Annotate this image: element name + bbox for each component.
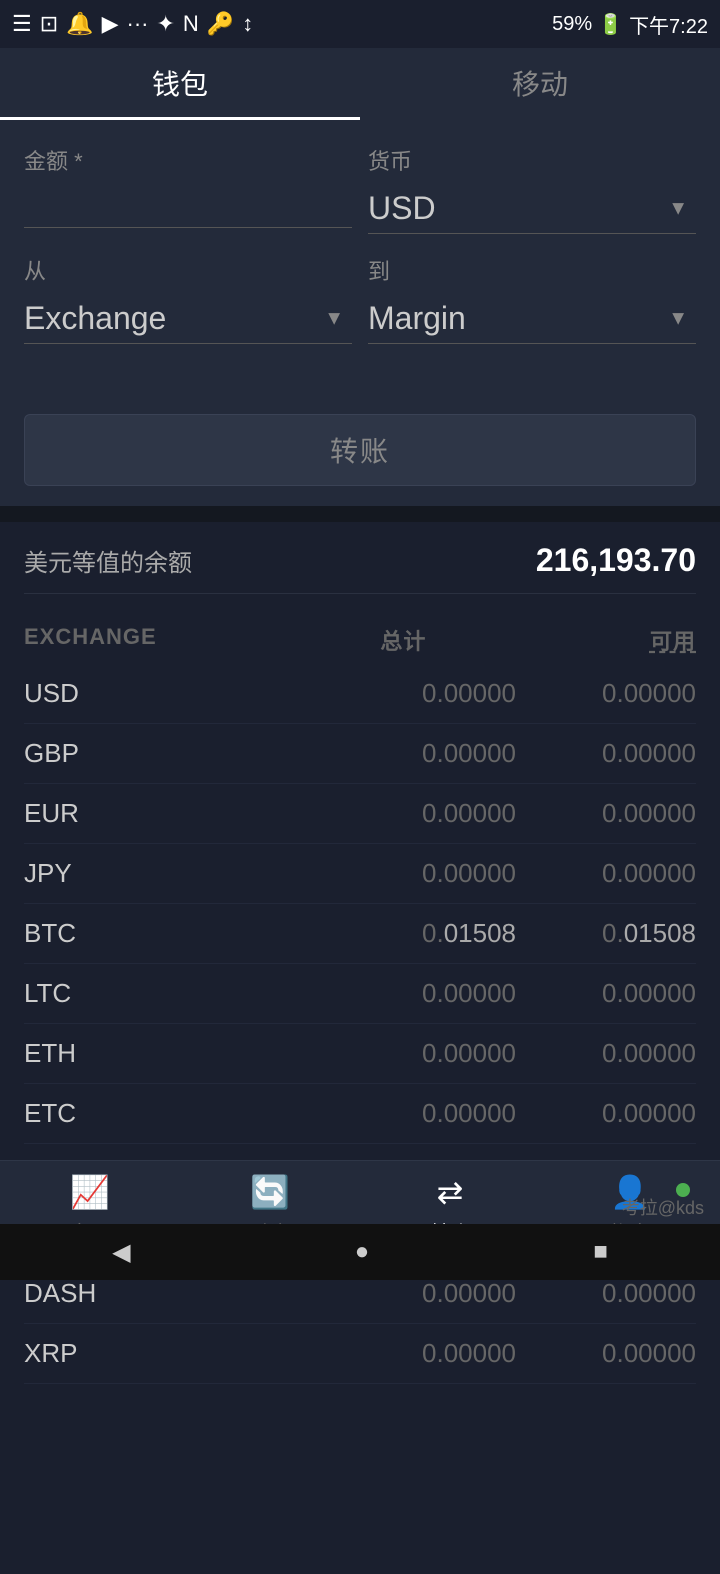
from-select[interactable]: Exchange ▼ [24, 294, 352, 344]
coin-available: 0.00000 [516, 678, 696, 709]
form-row-top: 金额 * 货币 USD ▼ [24, 144, 696, 234]
to-select[interactable]: Margin ▼ [368, 294, 696, 344]
table-row: JPY 0.00000 0.00000 [24, 844, 696, 904]
currency-select[interactable]: USD ▼ [368, 184, 696, 234]
table-row: ETH 0.00000 0.00000 [24, 1024, 696, 1084]
coin-symbol: XRP [24, 1338, 144, 1369]
key-icon: 🔑 [207, 11, 234, 37]
coin-symbol: ETH [24, 1038, 144, 1069]
coin-total: 0.00000 [144, 678, 516, 709]
currency-value: USD [368, 190, 476, 226]
status-left-icons: ☰ ⊡ 🔔 ▶ ··· ✦ N 🔑 ↕ [12, 11, 253, 37]
to-arrow-icon: ▼ [668, 307, 688, 330]
currency-arrow-icon: ▼ [668, 197, 688, 220]
currency-label: 货币 [368, 144, 696, 176]
bluetooth-icon: ✦ [156, 11, 174, 37]
balance-section: 美元等值的余额 216,193.70 [0, 522, 720, 604]
battery-icon: 🔋 [598, 12, 623, 37]
coin-symbol: USD [24, 678, 144, 709]
coin-available: 0.00000 [516, 1338, 696, 1369]
balance-label: 美元等值的余额 [24, 543, 192, 578]
tab-wallet[interactable]: 钱包 [0, 48, 360, 120]
coin-symbol: ETC [24, 1098, 144, 1129]
time-display: 下午7:22 [629, 10, 708, 39]
coin-available: 0.00000 [516, 1098, 696, 1129]
finance-icon: 🔄 [250, 1173, 290, 1211]
transfer-icon: ⇄ [437, 1173, 464, 1211]
amount-input[interactable] [24, 184, 352, 228]
table-row: GBP 0.00000 0.00000 [24, 724, 696, 784]
coin-available: 0.00000 [516, 858, 696, 889]
main-tabs: 钱包 移动 [0, 48, 720, 120]
coin-total: 0.00000 [144, 798, 516, 829]
coin-total: 0.01508 [144, 918, 516, 949]
table-row: LTC 0.00000 0.00000 [24, 964, 696, 1024]
to-value: Margin [368, 300, 506, 336]
table-row: EUR 0.00000 0.00000 [24, 784, 696, 844]
transfer-form: 金额 * 货币 USD ▼ 从 Exchange ▼ 到 Margin ▼ [0, 120, 720, 394]
coin-symbol: BTC [24, 918, 144, 949]
transfer-button[interactable]: 转账 [24, 414, 696, 486]
coin-total: 0.00000 [144, 1338, 516, 1369]
section-label: EXCHANGE [24, 624, 157, 656]
status-right: 59% 🔋 下午7:22 [552, 10, 708, 39]
bell-icon: 🔔 [66, 11, 93, 37]
table-row: XRP 0.00000 0.00000 [24, 1324, 696, 1384]
table-header: EXCHANGE 总计 可用 [24, 614, 696, 664]
balance-value: 216,193.70 [536, 542, 696, 579]
coin-symbol: LTC [24, 978, 144, 1009]
android-nav-bar: ◀ ● ■ 考拉@kds [0, 1224, 720, 1280]
coin-total: 0.00000 [144, 858, 516, 889]
col-available-label: 可用 [650, 624, 696, 656]
col-total-label: 总计 [380, 624, 426, 656]
currency-group: 货币 USD ▼ [368, 144, 696, 234]
from-label: 从 [24, 254, 352, 286]
coin-total: 0.00000 [144, 1098, 516, 1129]
tab-move[interactable]: 移动 [360, 48, 720, 120]
coin-available: 0.00000 [516, 1038, 696, 1069]
transfer-btn-wrapper: 转账 [0, 394, 720, 506]
coin-total: 0.00000 [144, 1278, 516, 1309]
coin-available: 0.00000 [516, 1278, 696, 1309]
table-row: ETC 0.00000 0.00000 [24, 1084, 696, 1144]
balance-row: 美元等值的余额 216,193.70 [24, 542, 696, 594]
coin-symbol: JPY [24, 858, 144, 889]
coin-available: 0.00000 [516, 798, 696, 829]
signal-icon: ↕ [242, 11, 253, 37]
coin-symbol: GBP [24, 738, 144, 769]
menu-icon: ☰ [12, 11, 32, 37]
amount-label: 金额 * [24, 144, 352, 176]
coin-available: 0.00000 [516, 738, 696, 769]
watermark: 考拉@kds [622, 1194, 704, 1220]
table-row: BTC 0.01508 0.01508 [24, 904, 696, 964]
coin-symbol: DASH [24, 1278, 144, 1309]
app-icon: ⊡ [40, 11, 58, 37]
nfc-icon: N [183, 11, 199, 37]
amount-group: 金额 * [24, 144, 352, 234]
coin-total: 0.00000 [144, 738, 516, 769]
trade-icon: 📈 [70, 1173, 110, 1211]
coin-available: 0.01508 [516, 918, 696, 949]
to-group: 到 Margin ▼ [368, 254, 696, 344]
to-label: 到 [368, 254, 696, 286]
form-row-bottom: 从 Exchange ▼ 到 Margin ▼ [24, 254, 696, 344]
from-group: 从 Exchange ▼ [24, 254, 352, 344]
recent-button[interactable]: ■ [593, 1238, 608, 1266]
from-value: Exchange [24, 300, 206, 336]
battery-percent: 59% [552, 13, 592, 36]
table-row: USD 0.00000 0.00000 [24, 664, 696, 724]
send-icon: ▶ [102, 11, 119, 37]
dots-icon: ··· [127, 11, 149, 37]
coin-symbol: EUR [24, 798, 144, 829]
section-divider [0, 506, 720, 522]
coin-available: 0.00000 [516, 978, 696, 1009]
coin-total: 0.00000 [144, 978, 516, 1009]
home-button[interactable]: ● [355, 1238, 370, 1266]
from-arrow-icon: ▼ [324, 307, 344, 330]
coin-total: 0.00000 [144, 1038, 516, 1069]
status-bar: ☰ ⊡ 🔔 ▶ ··· ✦ N 🔑 ↕ 59% 🔋 下午7:22 [0, 0, 720, 48]
back-button[interactable]: ◀ [112, 1238, 130, 1267]
